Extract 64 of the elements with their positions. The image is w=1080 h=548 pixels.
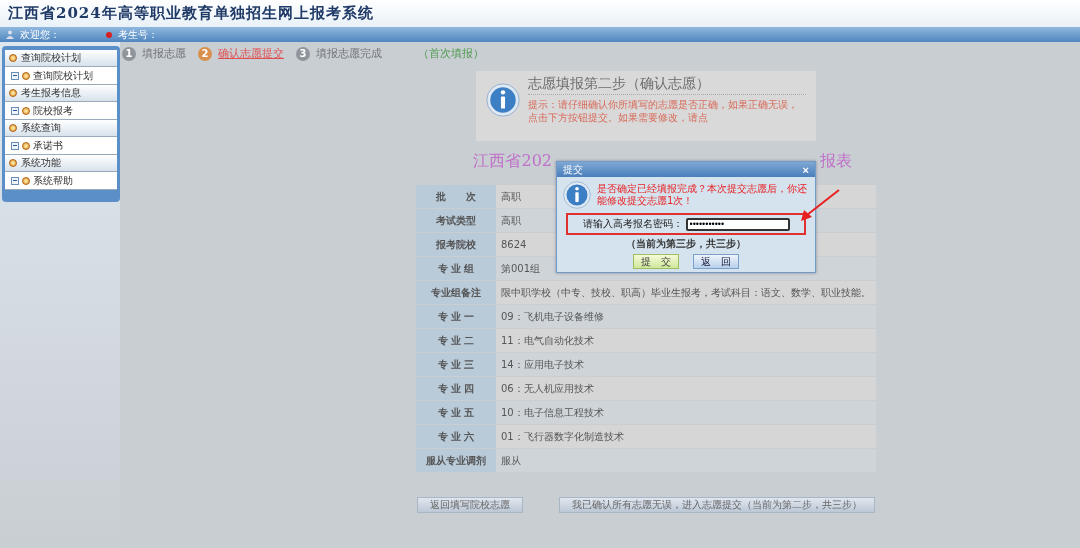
field-value-cell: 09：飞机电子设备维修 (496, 305, 876, 329)
field-label-cell: 报考院校 (416, 233, 496, 257)
field-label-cell: 专 业 五 (416, 401, 496, 425)
field-label-cell: 专 业 四 (416, 377, 496, 401)
field-label-cell: 专 业 六 (416, 425, 496, 449)
bullet-icon (22, 71, 30, 80)
sidebar-group[interactable]: 查询院校计划 (5, 50, 117, 67)
step-number: 1 (122, 46, 136, 61)
field-label-cell: 专 业 三 (416, 353, 496, 377)
field-label-cell: 专业组备注 (416, 281, 496, 305)
candidate-number-label: 考生号： (118, 28, 158, 41)
bullet-icon (22, 176, 30, 185)
field-label-cell: 专 业 二 (416, 329, 496, 353)
form-title: 江西省202 (473, 151, 552, 172)
bullet-icon (9, 124, 17, 132)
back-button[interactable]: 返回填写院校志愿 (417, 497, 523, 513)
field-label-cell: 考试类型 (416, 209, 496, 233)
system-title: 江西省2024年高等职业教育单独招生网上报考系统 (8, 4, 374, 23)
confirm-button[interactable]: 我已确认所有志愿无误，进入志愿提交（当前为第二步，共三步） (559, 497, 875, 513)
field-value-cell: 服从 (496, 449, 876, 473)
sidebar-item[interactable]: 查询院校计划 (5, 67, 117, 85)
info-icon (486, 83, 520, 117)
field-value-cell: 限中职学校（中专、技校、职高）毕业生报考，考试科目：语文、数学、职业技能。 (496, 281, 876, 305)
confirm-message: 是否确定已经填报完成？本次提交志愿后，你还能修改提交志愿1次！ (597, 183, 808, 207)
back-button[interactable]: 返 回 (693, 254, 739, 269)
field-value-cell: 01：飞行器数字化制造技术 (496, 425, 876, 449)
bullet-icon (22, 106, 30, 115)
notice-title: 志愿填报第二步（确认志愿） (528, 75, 806, 95)
welcome-label: 欢迎您： (20, 28, 60, 41)
expand-icon (11, 71, 19, 80)
field-label-cell: 服从专业调剂 (416, 449, 496, 473)
step-note: （当前为第三步，共三步） (626, 237, 746, 251)
fill-note: （首次填报） (418, 46, 484, 61)
form-title: 报表 (820, 151, 852, 172)
field-label-cell: 专 业 组 (416, 257, 496, 281)
user-icon (6, 30, 14, 39)
status-dot-icon (106, 31, 112, 38)
field-value-cell: 10：电子信息工程技术 (496, 401, 876, 425)
submit-button[interactable]: 提 交 (633, 254, 679, 269)
sidebar-item[interactable]: 承诺书 (5, 137, 117, 155)
sidebar-item[interactable]: 院校报考 (5, 102, 117, 120)
password-field[interactable]: ••••••••••• (685, 217, 790, 231)
expand-icon (11, 141, 19, 150)
field-label-cell: 批 次 (416, 185, 496, 209)
sidebar-group[interactable]: 系统查询 (5, 120, 117, 137)
sidebar-item[interactable]: 系统帮助 (5, 172, 117, 190)
field-value-cell: 14：应用电子技术 (496, 353, 876, 377)
field-value-cell: 11：电气自动化技术 (496, 329, 876, 353)
password-label: 请输入高考报名密码： (582, 217, 683, 231)
bullet-icon (22, 141, 30, 150)
step-number: 3 (296, 46, 310, 61)
sidebar-group[interactable]: 考生报考信息 (5, 85, 117, 102)
dialog-title: 提交 (563, 162, 583, 177)
field-value-cell: 06：无人机应用技术 (496, 377, 876, 401)
bullet-icon (9, 89, 17, 97)
expand-icon (11, 176, 19, 185)
expand-icon (11, 106, 19, 115)
step-number: 2 (198, 46, 212, 61)
bullet-icon (9, 54, 17, 62)
notice-text: 提示：请仔细确认你所填写的志愿是否正确，如果正确无误，点击下方按钮提交。如果需要修改，请点 (528, 98, 799, 124)
field-label-cell: 专 业 一 (416, 305, 496, 329)
info-icon (563, 181, 591, 209)
bullet-icon (9, 159, 17, 167)
sidebar-group[interactable]: 系统功能 (5, 155, 117, 172)
